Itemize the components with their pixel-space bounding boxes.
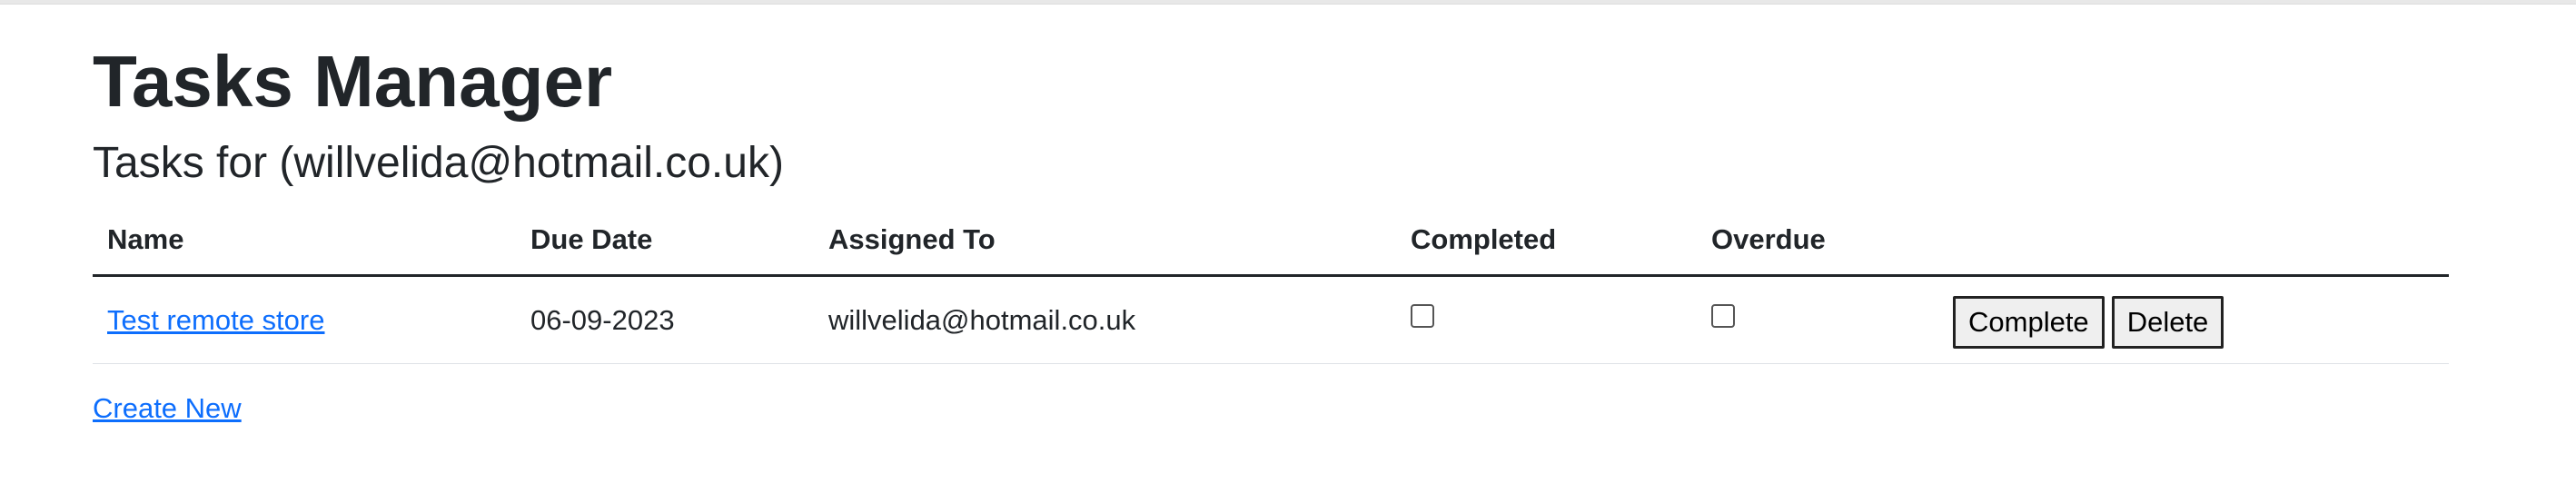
header-overdue: Overdue [1697,205,1938,277]
task-name-link[interactable]: Test remote store [107,304,324,336]
tasks-table: Name Due Date Assigned To Completed Over… [93,205,2449,364]
page-subtitle: Tasks for (willvelida@hotmail.co.uk) [93,139,784,187]
cell-name: Test remote store [93,275,516,364]
table-row: Test remote store 06-09-2023 willvelida@… [93,275,2449,364]
browser-top-border [0,0,2576,5]
page-title: Tasks Manager [93,41,613,122]
delete-button[interactable]: Delete [2111,295,2224,349]
cell-due-date: 06-09-2023 [516,275,814,364]
cell-overdue [1697,275,1938,364]
cell-assigned-to: willvelida@hotmail.co.uk [814,275,1396,364]
overdue-checkbox[interactable] [1711,304,1735,329]
header-assigned-to: Assigned To [814,205,1396,277]
create-new-link[interactable]: Create New [93,392,242,425]
cell-actions: Complete Delete [1938,275,2449,364]
header-due-date: Due Date [516,205,814,277]
table-header-row: Name Due Date Assigned To Completed Over… [93,205,2449,277]
header-actions [1938,205,2449,277]
header-completed: Completed [1396,205,1697,277]
cell-completed [1396,275,1697,364]
completed-checkbox[interactable] [1411,304,1434,329]
complete-button[interactable]: Complete [1953,295,2105,349]
header-name: Name [93,205,516,277]
